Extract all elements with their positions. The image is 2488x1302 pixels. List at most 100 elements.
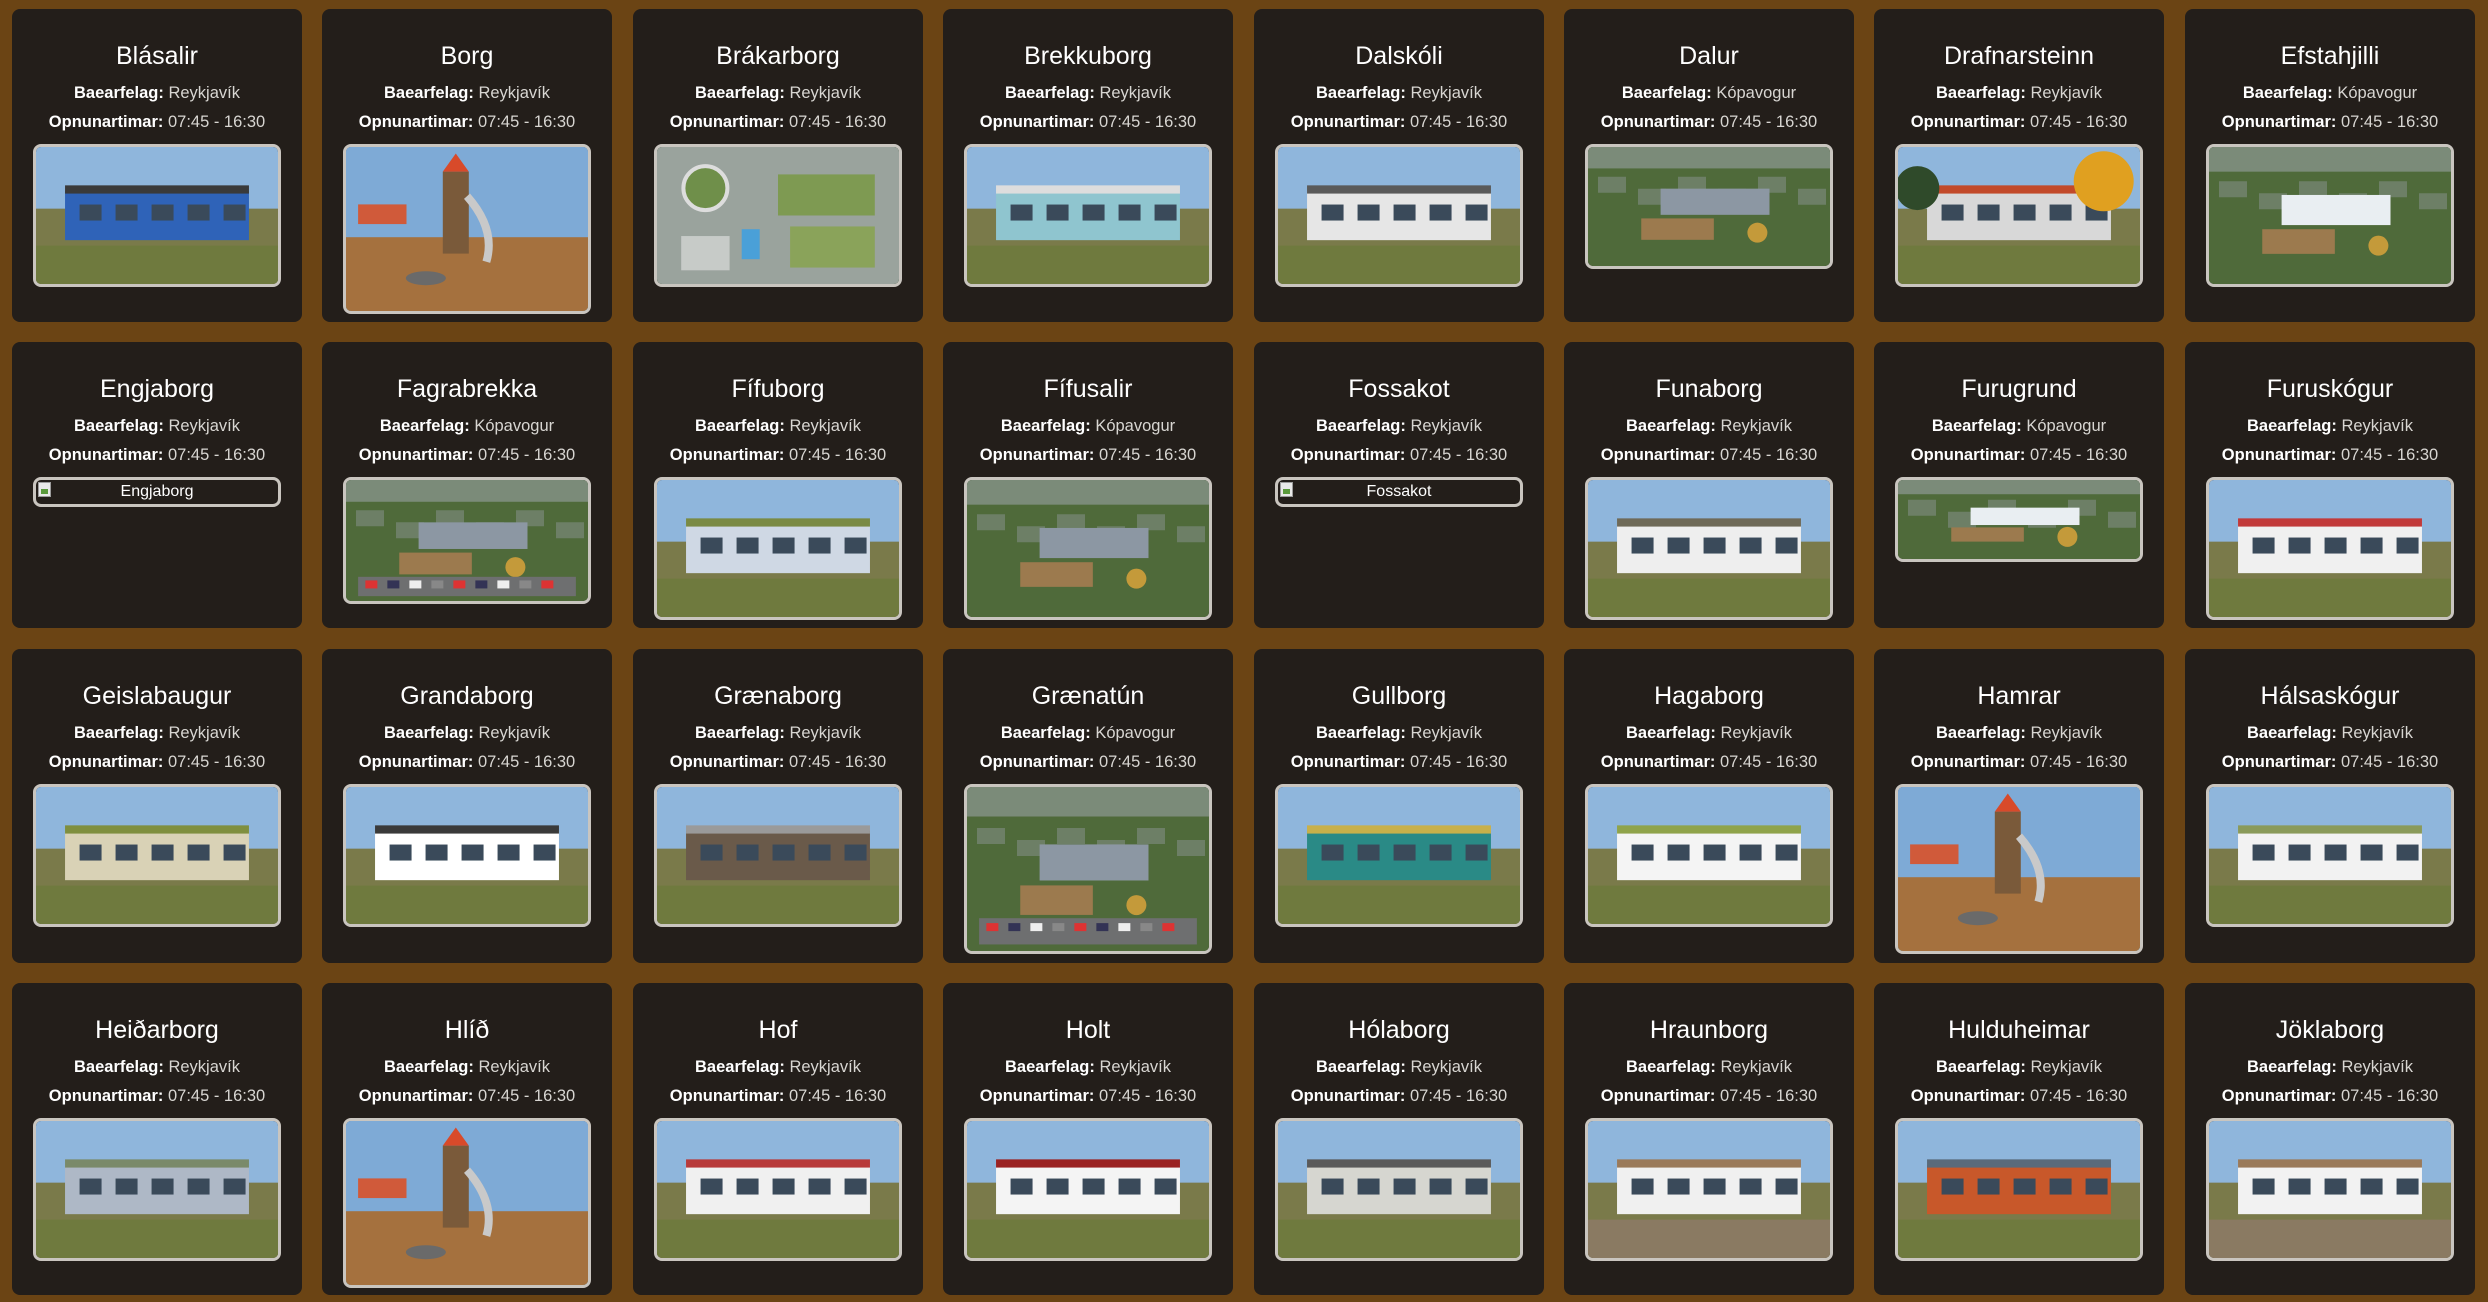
kindergarten-photo[interactable] bbox=[33, 784, 281, 927]
municipality-label: Baearfelag: bbox=[1005, 1058, 1095, 1076]
opening-hours-line: Opnunartimar: 07:45 - 16:30 bbox=[1564, 441, 1854, 470]
kindergarten-photo[interactable] bbox=[964, 144, 1212, 287]
kindergarten-photo[interactable] bbox=[1585, 477, 1833, 620]
kindergarten-card[interactable]: Borg Baearfelag: Reykjavík Opnunartimar: 0… bbox=[322, 9, 612, 322]
kindergarten-card[interactable]: Grandaborg Baearfelag: Reykjavík Opnunarti… bbox=[322, 649, 612, 963]
kindergarten-photo[interactable] bbox=[2206, 784, 2454, 927]
kindergarten-photo[interactable] bbox=[343, 144, 591, 314]
kindergarten-name: Hálsaskógur bbox=[2260, 682, 2400, 710]
kindergarten-photo[interactable] bbox=[2206, 144, 2454, 287]
kindergarten-card[interactable]: Dalur Baearfelag: Kópavogur Opnunartimar: … bbox=[1564, 9, 1854, 322]
opening-hours-value: 07:45 - 16:30 bbox=[2340, 753, 2439, 771]
kindergarten-card[interactable]: Gullborg Baearfelag: Reykjavík Opnunartima… bbox=[1254, 649, 1544, 963]
kindergarten-card[interactable]: Hlíð Baearfelag: Reykjavík Opnunartimar: 0… bbox=[322, 983, 612, 1295]
kindergarten-card[interactable]: Geislabaugur Baearfelag: Reykjavík Opnunar… bbox=[12, 649, 302, 963]
opening-hours-value: 07:45 - 16:30 bbox=[1098, 1087, 1197, 1105]
municipality-label: Baearfelag: bbox=[1000, 724, 1091, 742]
kindergarten-card[interactable]: Fífusalir Baearfelag: Kópavogur Opnunartim… bbox=[943, 342, 1233, 628]
kindergarten-photo[interactable] bbox=[343, 477, 591, 604]
opening-hours-label: Opnunartimar: bbox=[2221, 113, 2337, 131]
kindergarten-card[interactable]: Hof Baearfelag: Reykjavík Opnunartimar: 07… bbox=[633, 983, 923, 1295]
kindergarten-photo[interactable] bbox=[33, 1118, 281, 1261]
municipality-label: Baearfelag: bbox=[1316, 724, 1406, 742]
municipality-value: Reykjavík bbox=[789, 724, 861, 742]
kindergarten-photo[interactable] bbox=[343, 784, 591, 927]
municipality-line: Baearfelag: Reykjavík bbox=[943, 79, 1233, 108]
municipality-line: Baearfelag: Reykjavík bbox=[2185, 719, 2475, 748]
kindergarten-photo[interactable] bbox=[1585, 784, 1833, 927]
municipality-value: Reykjavík bbox=[168, 724, 240, 742]
kindergarten-card[interactable]: Hamrar Baearfelag: Reykjavík Opnunartimar:… bbox=[1874, 649, 2164, 963]
municipality-line: Baearfelag: Reykjavík bbox=[1564, 719, 1854, 748]
kindergarten-photo[interactable] bbox=[654, 1118, 902, 1261]
kindergarten-photo[interactable] bbox=[343, 1118, 591, 1288]
kindergarten-card[interactable]: Grænaborg Baearfelag: Reykjavík Opnunartim… bbox=[633, 649, 923, 963]
kindergarten-card[interactable]: Hálsaskógur Baearfelag: Reykjavík Opnunart… bbox=[2185, 649, 2475, 963]
municipality-value: Kópavogur bbox=[2337, 84, 2418, 102]
broken-image-placeholder[interactable]: Fossakot bbox=[1275, 477, 1523, 507]
kindergarten-card[interactable]: Fífuborg Baearfelag: Reykjavík Opnunartima… bbox=[633, 342, 923, 628]
opening-hours-value: 07:45 - 16:30 bbox=[167, 446, 266, 464]
kindergarten-card[interactable]: Drafnarsteinn Baearfelag: Reykjavík Opnuna… bbox=[1874, 9, 2164, 322]
municipality-line: Baearfelag: Reykjavík bbox=[633, 79, 923, 108]
municipality-label: Baearfelag: bbox=[74, 724, 164, 742]
kindergarten-card[interactable]: Brekkuborg Baearfelag: Reykjavík Opnunarti… bbox=[943, 9, 1233, 322]
kindergarten-photo[interactable] bbox=[2206, 477, 2454, 620]
opening-hours-value: 07:45 - 16:30 bbox=[1719, 1087, 1818, 1105]
kindergarten-card[interactable]: Hulduheimar Baearfelag: Reykjavík Opnunart… bbox=[1874, 983, 2164, 1295]
opening-hours-label: Opnunartimar: bbox=[669, 446, 785, 464]
municipality-line: Baearfelag: Reykjavík bbox=[1564, 1053, 1854, 1082]
opening-hours-label: Opnunartimar: bbox=[979, 113, 1095, 131]
kindergarten-photo[interactable] bbox=[1585, 1118, 1833, 1261]
kindergarten-photo[interactable] bbox=[1895, 144, 2143, 287]
kindergarten-card[interactable]: Hólaborg Baearfelag: Reykjavík Opnunartima… bbox=[1254, 983, 1544, 1295]
kindergarten-card[interactable]: Efstahjilli Baearfelag: Kópavogur Opnunart… bbox=[2185, 9, 2475, 322]
municipality-value: Reykjavík bbox=[1410, 417, 1482, 435]
kindergarten-card[interactable]: Jöklaborg Baearfelag: Reykjavík Opnunartim… bbox=[2185, 983, 2475, 1295]
kindergarten-photo[interactable] bbox=[964, 477, 1212, 620]
kindergarten-card[interactable]: Fagrabrekka Baearfelag: Kópavogur Opnunart… bbox=[322, 342, 612, 628]
opening-hours-line: Opnunartimar: 07:45 - 16:30 bbox=[12, 108, 302, 137]
kindergarten-photo[interactable] bbox=[1275, 784, 1523, 927]
kindergarten-card[interactable]: Funaborg Baearfelag: Reykjavík Opnunartima… bbox=[1564, 342, 1854, 628]
kindergarten-card[interactable]: Blásalir Baearfelag: Reykjavík Opnunartima… bbox=[12, 9, 302, 322]
municipality-label: Baearfelag: bbox=[74, 84, 164, 102]
broken-image-placeholder[interactable]: Engjaborg bbox=[33, 477, 281, 507]
kindergarten-photo[interactable] bbox=[654, 784, 902, 927]
kindergarten-photo[interactable] bbox=[1895, 477, 2143, 562]
kindergarten-photo[interactable] bbox=[964, 784, 1212, 954]
opening-hours-value: 07:45 - 16:30 bbox=[2029, 446, 2128, 464]
kindergarten-name: Jöklaborg bbox=[2275, 1016, 2385, 1044]
kindergarten-card[interactable]: Holt Baearfelag: Reykjavík Opnunartimar: 0… bbox=[943, 983, 1233, 1295]
opening-hours-line: Opnunartimar: 07:45 - 16:30 bbox=[1874, 748, 2164, 777]
kindergarten-card[interactable]: Hagaborg Baearfelag: Reykjavík Opnunartima… bbox=[1564, 649, 1854, 963]
kindergarten-photo[interactable] bbox=[1895, 784, 2143, 954]
kindergarten-card[interactable]: Brákarborg Baearfelag: Reykjavík Opnunarti… bbox=[633, 9, 923, 322]
kindergarten-card[interactable]: Furugrund Baearfelag: Kópavogur Opnunartim… bbox=[1874, 342, 2164, 628]
municipality-line: Baearfelag: Reykjavík bbox=[322, 719, 612, 748]
opening-hours-value: 07:45 - 16:30 bbox=[477, 753, 576, 771]
opening-hours-label: Opnunartimar: bbox=[1290, 113, 1406, 131]
municipality-line: Baearfelag: Reykjavík bbox=[322, 1053, 612, 1082]
kindergarten-photo[interactable] bbox=[1895, 1118, 2143, 1261]
kindergarten-card[interactable]: Engjaborg Baearfelag: Reykjavík Opnunartim… bbox=[12, 342, 302, 628]
kindergarten-photo[interactable] bbox=[964, 1118, 1212, 1261]
kindergarten-card[interactable]: Hraunborg Baearfelag: Reykjavík Opnunartim… bbox=[1564, 983, 1854, 1295]
kindergarten-photo[interactable] bbox=[33, 144, 281, 287]
kindergarten-card[interactable]: Heiðarborg Baearfelag: Reykjavík Opnunarti… bbox=[12, 983, 302, 1295]
kindergarten-photo[interactable] bbox=[1275, 144, 1523, 287]
kindergarten-card[interactable]: Furuskógur Baearfelag: Reykjavík Opnunarti… bbox=[2185, 342, 2475, 628]
kindergarten-photo[interactable] bbox=[2206, 1118, 2454, 1261]
kindergarten-card[interactable]: Grænatún Baearfelag: Kópavogur Opnunartima… bbox=[943, 649, 1233, 963]
kindergarten-card[interactable]: Dalskóli Baearfelag: Reykjavík Opnunartima… bbox=[1254, 9, 1544, 322]
municipality-label: Baearfelag: bbox=[695, 1058, 785, 1076]
kindergarten-name: Heiðarborg bbox=[95, 1016, 219, 1044]
kindergarten-card[interactable]: Fossakot Baearfelag: Reykjavík Opnunartima… bbox=[1254, 342, 1544, 628]
municipality-label: Baearfelag: bbox=[1626, 417, 1716, 435]
kindergarten-photo[interactable] bbox=[654, 144, 902, 287]
kindergarten-photo[interactable] bbox=[1585, 144, 1833, 269]
municipality-value: Kópavogur bbox=[474, 417, 555, 435]
kindergarten-name: Hulduheimar bbox=[1948, 1016, 2090, 1044]
kindergarten-photo[interactable] bbox=[654, 477, 902, 620]
kindergarten-photo[interactable] bbox=[1275, 1118, 1523, 1261]
